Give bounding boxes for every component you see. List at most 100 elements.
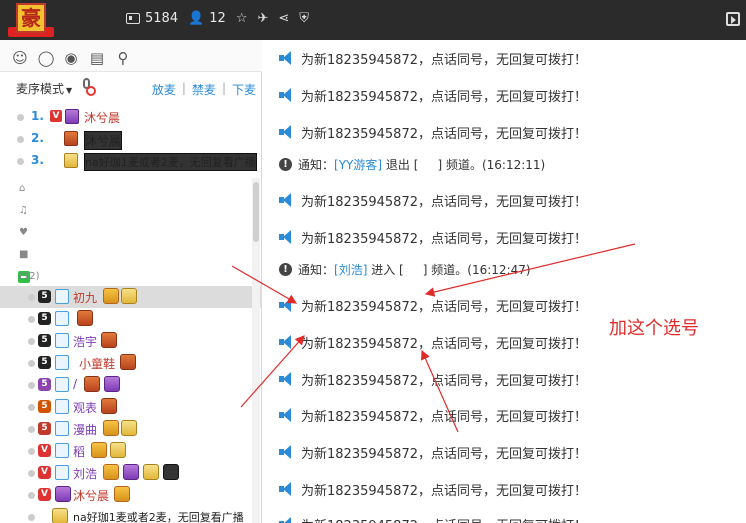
status-dot: [28, 338, 35, 345]
user-row[interactable]: 5: [0, 308, 262, 330]
shirt-icon: [55, 333, 69, 348]
notice-action: 进入 [: [371, 262, 404, 277]
shirt-icon: [55, 399, 69, 414]
search-tab-icon[interactable]: ⚲: [113, 48, 133, 68]
notes-tab-icon[interactable]: ▤: [87, 48, 107, 68]
channel-id: 5184: [126, 11, 178, 26]
user-name: 小童鞋: [79, 357, 116, 371]
user-row[interactable]: V 沐兮晨: [0, 484, 262, 506]
broadcast-message: 为新18235945872，点话同号，无回复可拨打！: [279, 225, 587, 249]
eagle-badge-icon: [101, 398, 117, 414]
mic-mode-select[interactable]: 麦序模式 ▼: [16, 80, 72, 97]
chevron-down-icon: ▼: [66, 86, 73, 95]
honor-badge-icon: [110, 442, 126, 458]
user-row[interactable]: V 刘浩: [0, 462, 262, 484]
purple-badge-icon: [104, 376, 120, 392]
status-dot: [28, 382, 35, 389]
shirt-icon: [55, 443, 69, 458]
message-text: 为新18235945872，点话同号，无回复可拨打！: [301, 126, 587, 142]
horn-icon: [279, 408, 293, 422]
notice-user-link[interactable]: [刘浩]: [334, 261, 367, 278]
eagle-badge-icon: [101, 332, 117, 348]
honor-badge-icon: [143, 464, 159, 480]
mic-muted-icon[interactable]: [80, 78, 96, 96]
notice-tail: ] 频道。(16:12:47): [422, 262, 531, 277]
scroll-thumb[interactable]: [253, 182, 259, 242]
broadcast-message: 为新18235945872，点话同号，无回复可拨打！: [279, 46, 587, 70]
broadcast-message: 为新18235945872，点话同号，无回复可拨打！: [279, 512, 587, 523]
horn-icon: [279, 230, 293, 244]
message-text: 为新18235945872，点话同号，无回复可拨打！: [301, 446, 587, 462]
user-row[interactable]: 5 浩宇: [0, 330, 262, 352]
horn-icon: [279, 372, 293, 386]
status-dot: [28, 470, 35, 477]
user-row[interactable]: 5 观表: [0, 396, 262, 418]
message-text: 为新18235945872，点话同号，无回复可拨打！: [301, 373, 587, 389]
horn-icon: [279, 51, 293, 65]
online-count: 👤 12: [188, 11, 226, 26]
crown-icon: [91, 442, 107, 458]
broadcast-message: 为新18235945872，点话同号，无回复可拨打！: [279, 188, 587, 212]
home-category[interactable]: ⌂: [0, 178, 262, 200]
status-dot: [28, 316, 35, 323]
user-row[interactable]: 5 初九: [0, 286, 262, 308]
queue-item[interactable]: 2. 沐兮晨: [0, 128, 262, 150]
lock-category[interactable]: ■: [0, 244, 262, 266]
mic-actions: 放麦 | 禁麦 | 下麦: [152, 81, 256, 98]
message-text: 为新18235945872，点话同号，无回复可拨打！: [301, 231, 587, 247]
user-row[interactable]: 5 小童鞋: [0, 352, 262, 374]
collapse-icon[interactable]: [726, 12, 740, 26]
ban-mic-link[interactable]: 禁麦: [192, 81, 216, 98]
star-icon[interactable]: ☆: [236, 11, 248, 26]
title-bar: 豪 5184 👤 12 ☆ ✈ ⋖ ⛨: [0, 0, 746, 40]
message-text: 为新18235945872，点话同号，无回复可拨打！: [301, 89, 587, 105]
user-tab-icon[interactable]: ☺: [10, 48, 30, 68]
shirt-icon: [55, 465, 69, 480]
music-category[interactable]: ♫: [0, 200, 262, 222]
user-row[interactable]: V 稻: [0, 440, 262, 462]
share-icon[interactable]: ⋖: [278, 11, 289, 26]
vip-badge: V: [38, 488, 51, 501]
message-text: 为新18235945872，点话同号，无回复可拨打！: [301, 299, 587, 315]
user-list: 5 初九 5 5 浩宇 5 小童鞋 5 / 5 观表 5 漫曲 V 稻 V 刘浩…: [0, 286, 262, 523]
queue-number: 3.: [31, 153, 44, 167]
info-icon: !: [279, 262, 292, 276]
lock-icon: ■: [19, 249, 29, 260]
channel-logo[interactable]: 豪: [6, 3, 56, 37]
notice-tail: ] 频道。(16:12:11): [437, 157, 546, 172]
heart-category[interactable]: ♥: [0, 222, 262, 244]
mic-mode-label: 麦序模式: [16, 82, 65, 96]
divider: |: [221, 81, 226, 95]
crown-icon: [103, 464, 119, 480]
vip-badge: V: [38, 466, 51, 479]
user-row[interactable]: 5 漫曲: [0, 418, 262, 440]
horn-icon: [279, 125, 293, 139]
horn-icon: [279, 88, 293, 102]
broadcast-message: 为新18235945872，点话同号，无回复可拨打！: [279, 120, 587, 144]
release-mic-link[interactable]: 放麦: [152, 81, 176, 98]
chat-area: 为新18235945872，点话同号，无回复可拨打！ 为新18235945872…: [263, 40, 746, 523]
message-text: 为新18235945872，点话同号，无回复可拨打！: [301, 483, 587, 499]
status-dot: [17, 136, 24, 143]
user-name: 观表: [73, 401, 98, 415]
queue-name: 沐兮晨: [84, 111, 121, 125]
drop-mic-link[interactable]: 下麦: [232, 81, 256, 98]
user-name: 稻: [73, 445, 86, 459]
queue-item[interactable]: 3. na好珈1麦或者2麦，无回复看广播: [0, 150, 262, 172]
shield-icon[interactable]: ⛨: [299, 11, 309, 26]
record-tab-icon[interactable]: ◯: [36, 48, 56, 68]
user-row[interactable]: 5 /: [0, 374, 262, 396]
user-list-scrollbar[interactable]: [252, 178, 260, 523]
purple-badge-icon: [123, 464, 139, 480]
notice-user-link[interactable]: [YY游客]: [334, 156, 382, 173]
broadcast-message: 为新18235945872，点话同号，无回复可拨打！: [279, 477, 587, 501]
broadcast-message: 为新18235945872，点话同号，无回复可拨打！: [279, 293, 587, 317]
plane-icon[interactable]: ✈: [257, 11, 268, 26]
user-row[interactable]: na好珈1麦或者2麦，无回复看广播: [0, 506, 262, 523]
queue-number: 2.: [31, 131, 44, 145]
queue-item[interactable]: 1. V 沐兮晨: [0, 106, 262, 128]
queue-name: na好珈1麦或者2麦，无回复看广播: [84, 153, 257, 171]
user-group[interactable]: (12): [0, 266, 262, 288]
location-tab-icon[interactable]: ◉: [61, 48, 81, 68]
broadcast-message: 为新18235945872，点话同号，无回复可拨打！: [279, 83, 587, 107]
